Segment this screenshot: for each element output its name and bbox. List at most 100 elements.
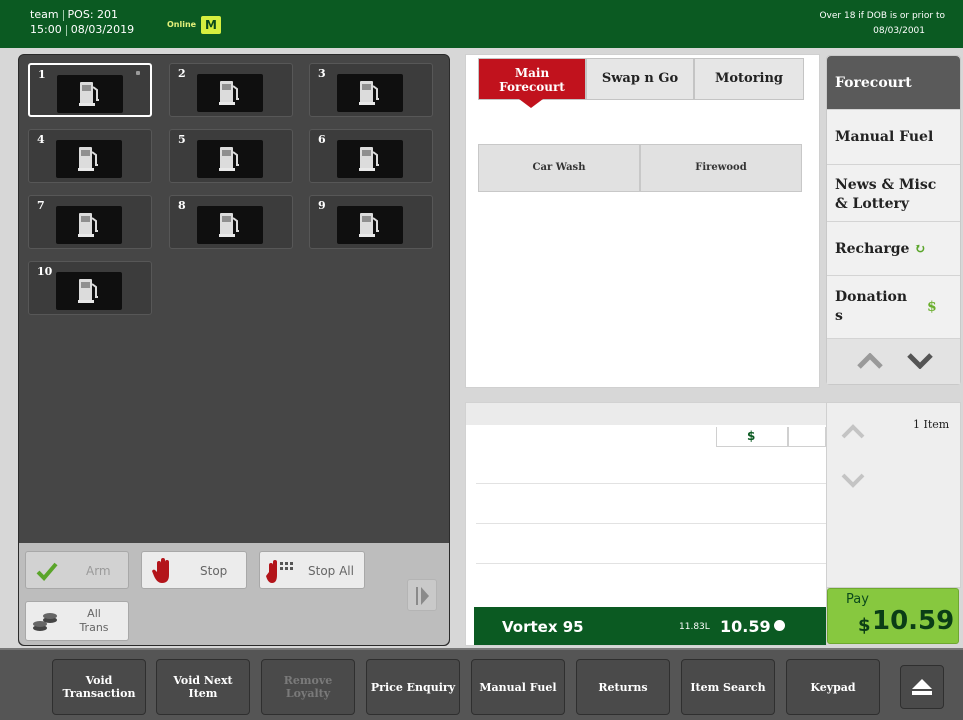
fuel-pump-icon <box>56 206 122 244</box>
void-transaction-button[interactable]: Void Transaction <box>52 659 146 715</box>
pump-page-next-button[interactable] <box>407 579 437 611</box>
department-nav: Forecourt Manual Fuel News & Misc & Lott… <box>826 55 961 385</box>
remove-loyalty-button[interactable]: Remove Loyalty <box>261 659 355 715</box>
pump-status-indicator <box>136 71 140 75</box>
firewood-button[interactable]: Firewood <box>640 144 802 192</box>
age-notice-line1: Over 18 if DOB is or prior to <box>819 11 945 21</box>
stop-label: Stop <box>200 564 228 578</box>
void-next-item-label-1: Void Next <box>173 674 233 687</box>
session-info: team POS: 201 15:00 08/03/2019 <box>30 7 134 37</box>
nav-forecourt[interactable]: Forecourt <box>827 56 960 110</box>
pump-number: 1 <box>38 68 46 81</box>
eject-icon <box>912 679 932 695</box>
pump-2[interactable]: 2 <box>169 63 293 117</box>
tab-swap-n-go[interactable]: Swap n Go <box>586 58 694 100</box>
nav-manual-fuel[interactable]: Manual Fuel <box>827 110 960 165</box>
fuel-pump-icon <box>197 140 263 178</box>
pump-number: 3 <box>318 67 326 80</box>
fuel-pump-icon <box>56 272 122 310</box>
price-enquiry-button[interactable]: Price Enquiry <box>366 659 460 715</box>
pump-number: 8 <box>178 199 186 212</box>
pump-panel: 1 2 3 4 5 6 7 8 9 10 Arm Stop Stop All A… <box>18 54 450 646</box>
chevron-down-icon[interactable] <box>907 353 933 369</box>
coins-stack-icon <box>33 613 57 631</box>
fuel-pump-icon <box>337 206 403 244</box>
remove-loyalty-label-2: Loyalty <box>285 687 331 700</box>
pump-number: 2 <box>178 67 186 80</box>
scroll-down-icon[interactable] <box>841 473 865 489</box>
refresh-icon: ↻ <box>914 241 926 257</box>
all-trans-label-2: Trans <box>79 621 109 634</box>
void-next-item-label-2: Item <box>188 687 218 700</box>
stop-hand-icon <box>152 558 169 583</box>
fuel-pump-icon <box>57 75 123 113</box>
pump-1[interactable]: 1 <box>28 63 152 117</box>
current-date: 08/03/2019 <box>70 23 135 36</box>
void-next-item-button[interactable]: Void Next Item <box>156 659 250 715</box>
mode-badge: M <box>201 16 221 34</box>
stop-all-label: Stop All <box>308 564 354 578</box>
pump-number: 6 <box>318 133 326 146</box>
function-bar: Void Transaction Void Next Item Remove Loya… <box>0 648 963 720</box>
receipt-scroll-panel: 1 Item <box>826 402 961 588</box>
nav-recharge[interactable]: Recharge ↻ <box>827 222 960 276</box>
car-wash-button[interactable]: Car Wash <box>478 144 640 192</box>
all-trans-label-1: All <box>87 607 101 620</box>
online-status: Online <box>167 20 197 29</box>
tab-main-forecourt-label-2: Forecourt <box>499 80 565 94</box>
receipt-line-item[interactable]: Vortex 95 11.83L 10.59 <box>474 607 826 645</box>
age-notice: Over 18 if DOB is or prior to 08/03/2001 <box>819 9 945 39</box>
item-count: 1 Item <box>913 418 950 431</box>
pump-6[interactable]: 6 <box>309 129 433 183</box>
expand-menu-button[interactable] <box>900 665 944 709</box>
receipt-divider <box>476 563 826 564</box>
returns-button[interactable]: Returns <box>576 659 670 715</box>
pump-4[interactable]: 4 <box>28 129 152 183</box>
pump-10[interactable]: 10 <box>28 261 152 315</box>
manual-fuel-button[interactable]: Manual Fuel <box>471 659 565 715</box>
age-notice-date: 08/03/2001 <box>873 26 925 36</box>
category-panel: Main Forecourt Swap n Go Motoring Car Wa… <box>465 54 820 388</box>
product-name: Vortex 95 <box>502 618 584 636</box>
pay-currency: $ <box>858 615 871 636</box>
nav-scroll <box>827 339 960 384</box>
line-amount: 10.59 <box>720 617 771 636</box>
all-trans-button[interactable]: All Trans <box>25 601 129 641</box>
pump-9[interactable]: 9 <box>309 195 433 249</box>
nav-news-label-2: & Lottery <box>835 196 910 212</box>
clock-time: 15:00 <box>30 23 62 36</box>
nav-donations[interactable]: Donation s $ <box>827 276 960 339</box>
pump-number: 5 <box>178 133 186 146</box>
pump-number: 9 <box>318 199 326 212</box>
nav-donations-label-1: Donation <box>835 289 908 305</box>
tab-motoring[interactable]: Motoring <box>694 58 804 100</box>
tab-main-forecourt[interactable]: Main Forecourt <box>478 58 586 108</box>
pump-5[interactable]: 5 <box>169 129 293 183</box>
fuel-pump-icon <box>337 74 403 112</box>
scroll-up-icon[interactable] <box>841 423 865 439</box>
nav-news-misc-lottery[interactable]: News & Misc & Lottery <box>827 165 960 222</box>
void-transaction-label-1: Void <box>85 674 113 687</box>
arm-button[interactable]: Arm <box>25 551 129 589</box>
receipt-divider <box>476 523 826 524</box>
receipt-amount-column-header: $ <box>716 427 788 447</box>
receipt-header <box>466 403 826 425</box>
pay-amount: 10.59 <box>872 606 955 636</box>
stop-all-icon <box>266 560 293 583</box>
pump-controls: Arm Stop Stop All All Trans <box>19 543 449 645</box>
keypad-button[interactable]: Keypad <box>786 659 880 715</box>
pay-button[interactable]: Pay $ 10.59 <box>827 588 959 644</box>
void-transaction-label-2: Transaction <box>62 687 136 700</box>
chevron-up-icon[interactable] <box>857 353 883 369</box>
nav-recharge-label: Recharge <box>835 241 910 257</box>
pump-number: 4 <box>37 133 45 146</box>
stop-button[interactable]: Stop <box>141 551 247 589</box>
pump-7[interactable]: 7 <box>28 195 152 249</box>
pump-3[interactable]: 3 <box>309 63 433 117</box>
item-search-button[interactable]: Item Search <box>681 659 775 715</box>
stop-all-button[interactable]: Stop All <box>259 551 365 589</box>
fuel-pump-icon <box>337 140 403 178</box>
transaction-receipt: $ Vortex 95 11.83L 10.59 <box>465 402 827 646</box>
receipt-extra-column-header <box>788 427 826 447</box>
pump-8[interactable]: 8 <box>169 195 293 249</box>
